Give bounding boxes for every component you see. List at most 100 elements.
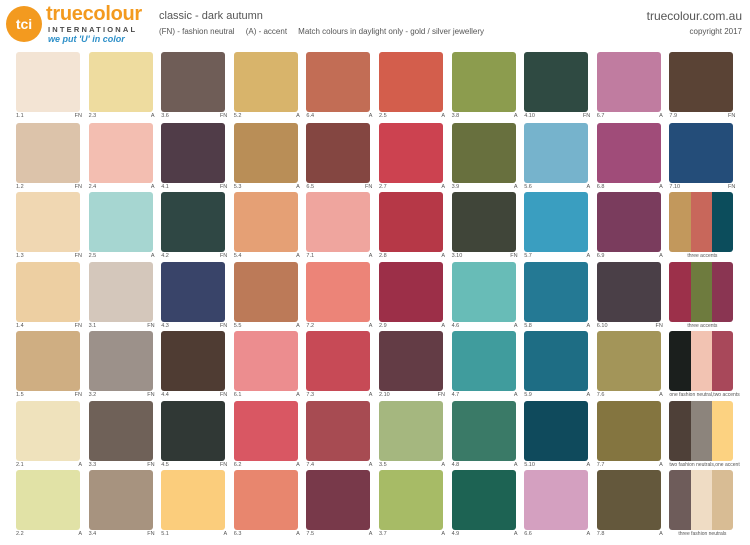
swatch-cell[interactable]: 7.5 A [306, 470, 379, 538]
swatch-cell[interactable]: three fashion neutrals [669, 470, 742, 538]
colour-swatch[interactable] [596, 262, 661, 322]
colour-swatch[interactable] [161, 470, 226, 530]
colour-swatch[interactable] [306, 401, 371, 461]
colour-swatch[interactable] [451, 262, 516, 322]
colour-swatch[interactable] [161, 192, 226, 252]
swatch-cell[interactable]: two fashion neutrals,one accent [669, 401, 742, 469]
colour-swatch[interactable] [596, 192, 661, 252]
colour-swatch[interactable] [16, 192, 80, 252]
swatch-cell[interactable]: 3.6 FN [161, 52, 234, 120]
colour-swatch[interactable] [451, 52, 516, 112]
combination-swatch[interactable] [669, 262, 734, 322]
colour-swatch[interactable] [379, 331, 443, 391]
colour-swatch[interactable] [669, 123, 734, 183]
colour-swatch[interactable] [306, 192, 371, 252]
swatch-cell[interactable]: 5.9 A [524, 331, 597, 399]
swatch-cell[interactable]: three accents [669, 262, 742, 330]
colour-swatch[interactable] [233, 262, 298, 322]
colour-swatch[interactable] [88, 331, 153, 391]
swatch-cell[interactable]: 4.8 A [451, 401, 525, 469]
swatch-cell[interactable]: 7.6 A [596, 331, 670, 399]
colour-swatch[interactable] [88, 401, 153, 461]
colour-swatch[interactable] [233, 123, 298, 183]
colour-swatch[interactable] [596, 401, 661, 461]
colour-swatch[interactable] [233, 52, 298, 112]
swatch-cell[interactable]: 6.6 A [524, 470, 597, 538]
swatch-cell[interactable]: 2.1 A [16, 401, 89, 469]
colour-swatch[interactable] [596, 331, 661, 391]
swatch-cell[interactable]: 6.2 A [233, 401, 307, 469]
colour-swatch[interactable] [233, 470, 298, 530]
swatch-cell[interactable]: three accents [669, 192, 742, 260]
colour-swatch[interactable] [451, 401, 516, 461]
swatch-cell[interactable]: 3.7 A [379, 470, 452, 538]
swatch-cell[interactable]: 5.5 A [233, 262, 307, 330]
swatch-cell[interactable]: 2.5 A [379, 52, 452, 120]
swatch-cell[interactable]: 3.3 FN [88, 401, 162, 469]
colour-swatch[interactable] [669, 52, 734, 112]
combination-swatch[interactable] [669, 470, 734, 530]
swatch-cell[interactable]: 2.2 A [16, 470, 89, 538]
swatch-cell[interactable]: 6.9 A [596, 192, 670, 260]
swatch-cell[interactable]: 1.1 FN [16, 52, 89, 120]
colour-swatch[interactable] [88, 262, 153, 322]
colour-swatch[interactable] [233, 192, 298, 252]
colour-swatch[interactable] [596, 123, 661, 183]
colour-swatch[interactable] [596, 52, 661, 112]
colour-swatch[interactable] [596, 470, 661, 530]
colour-swatch[interactable] [451, 192, 516, 252]
swatch-cell[interactable]: 5.2 A [233, 52, 307, 120]
colour-swatch[interactable] [451, 331, 516, 391]
swatch-cell[interactable]: 3.8 A [451, 52, 525, 120]
swatch-cell[interactable]: 1.3 FN [16, 192, 89, 260]
swatch-cell[interactable]: 7.3 A [306, 331, 379, 399]
swatch-cell[interactable]: one fashion neutral,two accents [669, 331, 742, 399]
swatch-cell[interactable]: 4.6 A [451, 262, 525, 330]
colour-swatch[interactable] [524, 262, 589, 322]
swatch-cell[interactable]: 5.3 A [233, 123, 307, 191]
colour-swatch[interactable] [88, 470, 153, 530]
swatch-cell[interactable]: 4.5 FN [161, 401, 234, 469]
colour-swatch[interactable] [88, 52, 153, 112]
combination-swatch[interactable] [669, 401, 734, 461]
swatch-cell[interactable]: 7.2 A [306, 262, 379, 330]
swatch-cell[interactable]: 6.10 FN [596, 262, 670, 330]
swatch-cell[interactable]: 2.5 A [88, 192, 162, 260]
swatch-cell[interactable]: 4.10 FN [524, 52, 597, 120]
swatch-cell[interactable]: 6.7 A [596, 52, 670, 120]
swatch-cell[interactable]: 3.1 FN [88, 262, 162, 330]
swatch-cell[interactable]: 7.4 A [306, 401, 379, 469]
swatch-cell[interactable]: 5.6 A [524, 123, 597, 191]
colour-swatch[interactable] [379, 52, 443, 112]
colour-swatch[interactable] [306, 52, 371, 112]
swatch-cell[interactable]: 6.1 A [233, 331, 307, 399]
colour-swatch[interactable] [524, 123, 589, 183]
colour-swatch[interactable] [16, 123, 80, 183]
colour-swatch[interactable] [161, 52, 226, 112]
colour-swatch[interactable] [379, 401, 443, 461]
swatch-cell[interactable]: 4.1 FN [161, 123, 234, 191]
swatch-cell[interactable]: 4.7 A [451, 331, 525, 399]
swatch-cell[interactable]: 2.7 A [379, 123, 452, 191]
swatch-cell[interactable]: 2.8 A [379, 192, 452, 260]
colour-swatch[interactable] [233, 331, 298, 391]
swatch-cell[interactable]: 6.3 A [233, 470, 307, 538]
swatch-cell[interactable]: 1.5 FN [16, 331, 89, 399]
colour-swatch[interactable] [451, 470, 516, 530]
swatch-cell[interactable]: 6.8 A [596, 123, 670, 191]
colour-swatch[interactable] [16, 262, 80, 322]
colour-swatch[interactable] [161, 331, 226, 391]
colour-swatch[interactable] [524, 52, 589, 112]
swatch-cell[interactable]: 2.4 A [88, 123, 162, 191]
swatch-cell[interactable]: 7.8 A [596, 470, 670, 538]
colour-swatch[interactable] [451, 123, 516, 183]
colour-swatch[interactable] [306, 262, 371, 322]
swatch-cell[interactable]: 4.2 FN [161, 192, 234, 260]
swatch-cell[interactable]: 3.4 FN [88, 470, 162, 538]
colour-swatch[interactable] [88, 123, 153, 183]
swatch-cell[interactable]: 7.7 A [596, 401, 670, 469]
swatch-cell[interactable]: 6.4 A [306, 52, 379, 120]
swatch-cell[interactable]: 3.2 FN [88, 331, 162, 399]
swatch-cell[interactable]: 2.9 A [379, 262, 452, 330]
swatch-cell[interactable]: 7.10 FN [669, 123, 742, 191]
